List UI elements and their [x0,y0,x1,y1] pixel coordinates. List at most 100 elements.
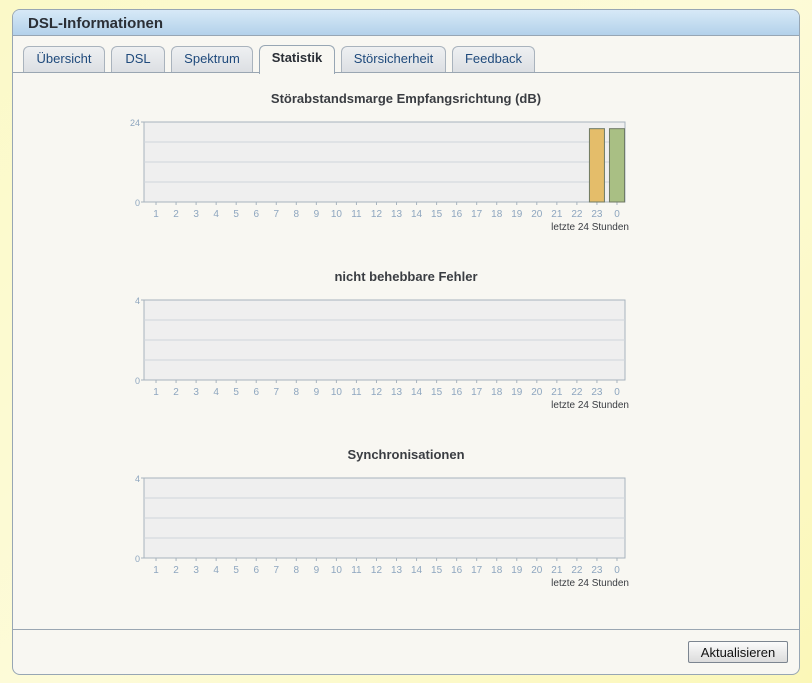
x-tick-label: 7 [273,387,279,398]
x-tick-label: 23 [591,387,603,398]
x-tick-label: 11 [351,565,362,576]
x-tick-label: 7 [273,209,279,220]
x-tick-label: 12 [371,565,383,576]
chart-title-errors: nicht behebbare Fehler [334,269,478,284]
x-tick-label: 8 [294,565,300,576]
x-tick-label: 1 [153,565,159,576]
x-tick-label: 2 [173,565,179,576]
x-tick-label: 20 [531,209,543,220]
x-tick-label: 12 [371,387,383,398]
x-tick-label: 17 [471,565,483,576]
x-tick-label: 13 [391,387,403,398]
x-tick-label: 18 [491,565,503,576]
x-tick-label: 16 [451,565,463,576]
x-tick-label: 3 [193,209,199,220]
x-tick-label: 8 [294,209,300,220]
x-tick-label: 23 [591,565,603,576]
x-axis-label: letzte 24 Stunden [551,578,629,589]
x-tick-label: 0 [614,209,620,220]
x-tick-label: 7 [273,565,279,576]
x-tick-label: 19 [511,565,523,576]
x-tick-label: 5 [233,565,239,576]
panel-header: DSL-Informationen [13,10,799,36]
x-tick-label: 17 [471,209,483,220]
x-tick-label: 9 [314,387,320,398]
x-tick-label: 10 [331,209,343,220]
x-axis-label: letzte 24 Stunden [551,222,629,233]
x-tick-label: 21 [551,565,563,576]
x-tick-label: 15 [431,387,443,398]
x-tick-label: 11 [351,387,362,398]
x-tick-label: 9 [314,209,320,220]
x-tick-label: 12 [371,209,383,220]
footer: Aktualisieren [13,629,799,674]
tab-dsl[interactable]: DSL [111,46,165,72]
y-tick-label: 4 [135,474,140,484]
x-tick-label: 15 [431,209,443,220]
y-tick-label: 24 [130,118,140,128]
tab-feedback[interactable]: Feedback [452,46,535,72]
x-tick-label: 14 [411,387,423,398]
x-tick-label: 1 [153,387,159,398]
tab-spektrum[interactable]: Spektrum [171,46,253,72]
x-tick-label: 4 [213,387,219,398]
x-tick-label: 6 [253,209,259,220]
x-tick-label: 13 [391,209,403,220]
x-tick-label: 17 [471,387,483,398]
x-tick-label: 10 [331,565,343,576]
y-tick-label: 0 [135,376,140,386]
tab-stoersicherheit[interactable]: Störsicherheit [341,46,446,72]
x-tick-label: 6 [253,387,259,398]
x-tick-label: 3 [193,565,199,576]
chart-title-snr: Störabstandsmarge Empfangsrichtung (dB) [270,91,542,106]
x-tick-label: 11 [351,209,362,220]
chart-title-sync: Synchronisationen [347,447,465,462]
x-tick-label: 22 [571,209,583,220]
x-tick-label: 9 [314,565,320,576]
tab-statistik[interactable]: Statistik [259,45,335,74]
x-tick-label: 21 [551,209,563,220]
x-tick-label: 14 [411,565,423,576]
panel-title: DSL-Informationen [28,15,163,32]
x-tick-label: 21 [551,387,563,398]
x-tick-label: 19 [511,387,523,398]
x-tick-label: 16 [451,387,463,398]
x-tick-label: 0 [614,565,620,576]
dsl-info-panel: DSL-Informationen Übersicht DSL Spektrum… [12,9,800,675]
x-tick-label: 19 [511,209,523,220]
x-tick-label: 0 [614,387,620,398]
x-tick-label: 18 [491,209,503,220]
x-tick-label: 4 [213,565,219,576]
x-tick-label: 14 [411,209,423,220]
x-tick-label: 15 [431,565,443,576]
x-tick-label: 16 [451,209,463,220]
y-tick-label: 0 [135,554,140,564]
y-tick-label: 0 [135,198,140,208]
y-tick-label: 4 [135,296,140,306]
refresh-button[interactable]: Aktualisieren [688,641,788,663]
x-tick-label: 5 [233,209,239,220]
x-tick-label: 22 [571,565,583,576]
bar [588,128,605,203]
x-tick-label: 2 [173,387,179,398]
tab-bar: Übersicht DSL Spektrum Statistik Störsic… [13,37,799,74]
synchronizations-chart: 041 2 3 4 5 6 7 8 9 10 11 12 13 14 15 16 17 18 19 20 21 22 23 0… [135,474,629,589]
x-tick-label: 5 [233,387,239,398]
x-tick-label: 3 [193,387,199,398]
x-tick-label: 18 [491,387,503,398]
x-tick-label: 4 [213,209,219,220]
x-tick-label: 22 [571,387,583,398]
x-tick-label: 6 [253,565,259,576]
x-tick-label: 8 [294,387,300,398]
x-tick-label: 10 [331,387,343,398]
tab-uebersicht[interactable]: Übersicht [23,46,105,72]
x-tick-label: 20 [531,565,543,576]
x-tick-label: 1 [153,209,159,220]
x-tick-label: 13 [391,565,403,576]
x-axis-label: letzte 24 Stunden [551,400,629,411]
uncorrectable-errors-chart: 041 2 3 4 5 6 7 8 9 10 11 12 13 14 15 16 17 18 19 20 21 22 23 0… [135,296,629,411]
x-tick-label: 23 [591,209,603,220]
x-tick-label: 20 [531,387,543,398]
snr-margin-chart: 0241 2 3 4 5 6 7 8 9 10 11 12 13 14 15 16 17 18 19 20 21 22 23… [130,118,629,233]
x-tick-label: 2 [173,209,179,220]
